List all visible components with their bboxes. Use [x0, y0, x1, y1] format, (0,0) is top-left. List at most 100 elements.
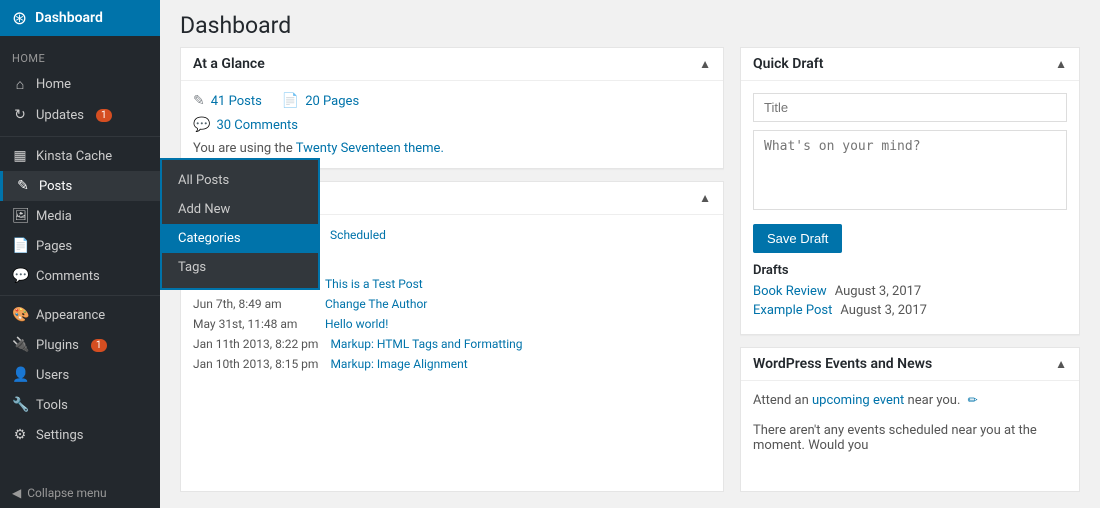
at-a-glance-title: At a Glance [193, 56, 265, 72]
pub-link-4[interactable]: Markup: Image Alignment [330, 357, 467, 371]
draft-item-0: Book Review August 3, 2017 [753, 284, 1067, 299]
comments-icon: 💬 [12, 268, 28, 284]
wp-events-body: Attend an upcoming event near you. ✏ The… [741, 381, 1079, 465]
submenu-categories[interactable]: Categories [162, 224, 318, 253]
sidebar-item-kinsta-label: Kinsta Cache [36, 149, 112, 164]
sidebar-item-home-label: Home [36, 77, 71, 92]
quick-draft-toggle[interactable]: ▲ [1055, 57, 1067, 71]
pub-link-2[interactable]: Hello world! [325, 317, 388, 331]
sidebar-item-pages[interactable]: 📄 Pages [0, 231, 160, 261]
submenu-all-posts[interactable]: All Posts [162, 166, 318, 195]
glance-stats-2: 💬 30 Comments [193, 117, 711, 133]
sidebar-item-appearance[interactable]: 🎨 Appearance [0, 300, 160, 330]
settings-icon: ⚙ [12, 427, 28, 443]
wp-events-toggle[interactable]: ▲ [1055, 357, 1067, 371]
updates-icon: ↻ [12, 107, 28, 123]
posts-submenu: All Posts Add New Categories Tags [160, 158, 320, 290]
home-icon: ⌂ [12, 76, 28, 93]
updates-badge: 1 [96, 109, 112, 122]
events-link[interactable]: upcoming event [812, 393, 904, 408]
pub-link-3[interactable]: Markup: HTML Tags and Formatting [330, 337, 522, 351]
activity-row-1: Jun 7th, 8:49 am Change The Author [193, 294, 711, 314]
drafts-section: Drafts Book Review August 3, 2017 Exampl… [753, 263, 1067, 318]
quick-draft-widget: Quick Draft ▲ Save Draft Drafts Book Rev… [740, 47, 1080, 335]
sidebar-item-posts-label: Posts [39, 179, 72, 194]
pages-icon: 📄 [12, 238, 28, 254]
submenu-tags[interactable]: Tags [162, 253, 318, 282]
posts-icon: ✎ [15, 178, 31, 194]
quick-draft-title-input[interactable] [753, 93, 1067, 122]
activity-row-3: Jan 11th 2013, 8:22 pm Markup: HTML Tags… [193, 334, 711, 354]
activity-toggle[interactable]: ▲ [699, 191, 711, 205]
sidebar-item-updates[interactable]: ↻ Updates 1 [0, 100, 160, 130]
pub-link-0[interactable]: This is a Test Post [325, 277, 423, 291]
sidebar-item-media-label: Media [36, 209, 72, 224]
pub-date-4: Jan 10th 2013, 8:15 pm [193, 357, 318, 371]
sidebar-item-tools[interactable]: 🔧 Tools [0, 390, 160, 420]
theme-link[interactable]: Twenty Seventeen theme. [296, 141, 444, 156]
events-text: Attend an [753, 393, 809, 408]
sidebar-item-media[interactable]: 🖼 Media [0, 201, 160, 231]
sidebar-item-plugins[interactable]: 🔌 Plugins 1 [0, 330, 160, 360]
theme-text-prefix: You are using the [193, 141, 293, 156]
drafts-label: Drafts [753, 263, 1067, 278]
plugins-badge: 1 [91, 339, 107, 352]
pages-stat-icon: 📄 [282, 93, 299, 109]
quick-draft-body: Save Draft Drafts Book Review August 3, … [741, 81, 1079, 334]
save-draft-button[interactable]: Save Draft [753, 224, 842, 253]
scheduled-status: Scheduled [330, 228, 386, 242]
page-header: Dashboard [160, 0, 1100, 47]
comments-stat-icon: 💬 [193, 117, 210, 133]
pages-stat[interactable]: 📄 20 Pages [282, 93, 359, 109]
sidebar-header: ⊛ Dashboard [0, 0, 160, 36]
sidebar-item-home[interactable]: ⌂ Home [0, 69, 160, 100]
sidebar-item-users[interactable]: 👤 Users [0, 360, 160, 390]
home-section-label: Home [0, 42, 160, 69]
sidebar-item-users-label: Users [36, 368, 69, 383]
at-a-glance-header: At a Glance ▲ [181, 48, 723, 81]
events-text2: near you. [908, 393, 961, 408]
activity-row-2: May 31st, 11:48 am Hello world! [193, 314, 711, 334]
sidebar-header-title: Dashboard [35, 10, 103, 26]
draft-link-1[interactable]: Example Post [753, 303, 832, 318]
plugins-icon: 🔌 [12, 337, 28, 353]
quick-draft-title: Quick Draft [753, 56, 823, 72]
submenu-add-new[interactable]: Add New [162, 195, 318, 224]
sidebar-item-updates-label: Updates [36, 108, 84, 123]
media-icon: 🖼 [12, 208, 28, 224]
pub-date-2: May 31st, 11:48 am [193, 317, 313, 331]
sidebar-item-settings-label: Settings [36, 428, 83, 443]
sidebar-item-tools-label: Tools [36, 398, 68, 413]
at-a-glance-widget: At a Glance ▲ ✎ 41 Posts 📄 20 Pages [180, 47, 724, 169]
pub-link-1[interactable]: Change The Author [325, 297, 427, 311]
draft-date-1: August 3, 2017 [840, 303, 927, 318]
collapse-menu[interactable]: ◀ Collapse menu [0, 478, 160, 508]
pages-stat-value: 20 Pages [305, 94, 359, 109]
posts-stat-value: 41 Posts [211, 94, 262, 109]
at-a-glance-toggle[interactable]: ▲ [699, 57, 711, 71]
posts-stat[interactable]: ✎ 41 Posts [193, 93, 262, 109]
right-column: Quick Draft ▲ Save Draft Drafts Book Rev… [740, 47, 1080, 492]
wp-events-widget: WordPress Events and News ▲ Attend an up… [740, 347, 1080, 492]
pencil-icon[interactable]: ✏ [968, 393, 978, 407]
at-a-glance-body: ✎ 41 Posts 📄 20 Pages 💬 30 Comments [181, 81, 723, 168]
page-title: Dashboard [180, 12, 1080, 39]
collapse-icon: ◀ [12, 486, 21, 500]
wp-events-title: WordPress Events and News [753, 356, 932, 372]
kinsta-cache-icon: ▦ [12, 148, 28, 164]
quick-draft-header: Quick Draft ▲ [741, 48, 1079, 81]
comments-stat[interactable]: 💬 30 Comments [193, 117, 298, 133]
sidebar-item-settings[interactable]: ⚙ Settings [0, 420, 160, 450]
wp-events-header: WordPress Events and News ▲ [741, 348, 1079, 381]
theme-text: You are using the Twenty Seventeen theme… [193, 141, 711, 156]
draft-date-0: August 3, 2017 [835, 284, 922, 299]
sidebar-item-comments[interactable]: 💬 Comments [0, 261, 160, 291]
quick-draft-body-input[interactable] [753, 130, 1067, 210]
sidebar-item-posts[interactable]: ✎ Posts [0, 171, 160, 201]
sidebar-item-plugins-label: Plugins [36, 338, 79, 353]
comments-stat-value: 30 Comments [216, 118, 298, 133]
draft-link-0[interactable]: Book Review [753, 284, 827, 299]
sidebar-item-appearance-label: Appearance [36, 308, 105, 323]
users-icon: 👤 [12, 367, 28, 383]
sidebar-item-kinsta-cache[interactable]: ▦ Kinsta Cache [0, 141, 160, 171]
